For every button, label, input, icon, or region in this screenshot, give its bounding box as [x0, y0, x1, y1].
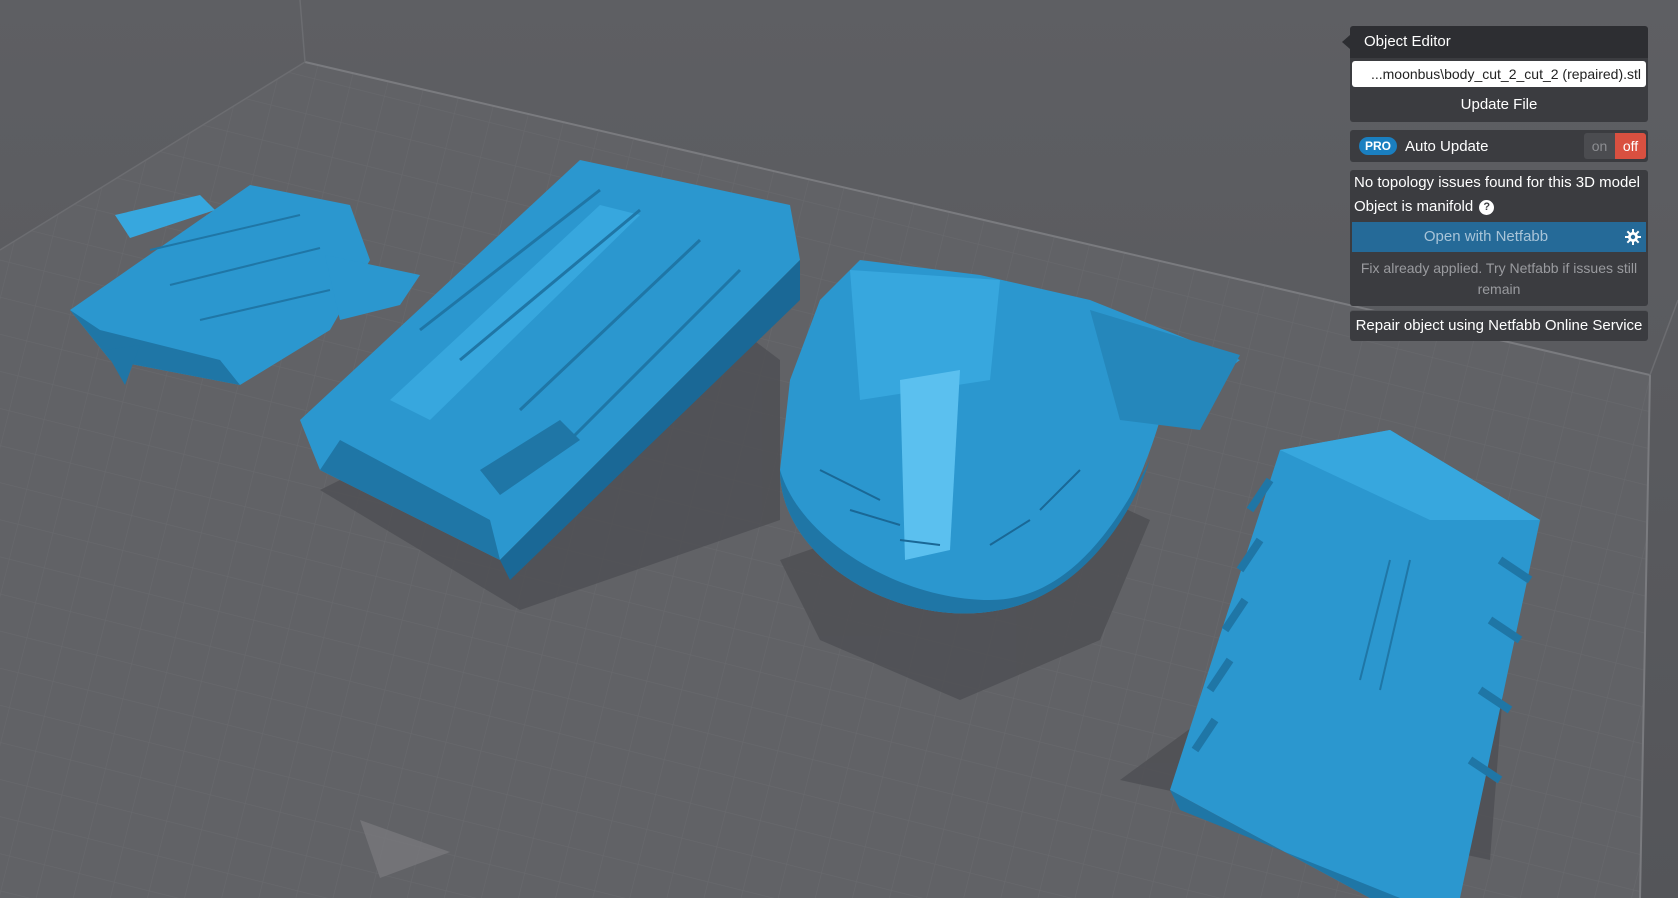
pro-badge: PRO [1359, 137, 1398, 155]
auto-update-label: Auto Update [1405, 137, 1489, 155]
manifold-status: Object is manifold [1354, 198, 1474, 215]
topology-status: No topology issues found for this 3D mod… [1354, 174, 1640, 191]
file-path-input[interactable] [1352, 61, 1646, 87]
toggle-off-option[interactable]: off [1615, 133, 1646, 159]
toggle-on-option[interactable]: on [1584, 133, 1615, 159]
auto-update-row: PRO Auto Update on off [1350, 130, 1648, 162]
auto-update-toggle[interactable]: on off [1584, 133, 1646, 159]
repair-netfabb-online-button[interactable]: Repair object using Netfabb Online Servi… [1350, 310, 1648, 341]
update-file-button[interactable]: Update File [1350, 90, 1648, 122]
topology-section: No topology issues found for this 3D mod… [1350, 170, 1648, 306]
file-path-container [1350, 58, 1648, 90]
object-editor-panel: Object Editor Update File PRO Auto Updat… [1342, 26, 1648, 341]
netfabb-row: Open with Netfabb [1350, 222, 1648, 252]
netfabb-hint: Fix already applied. Try Netfabb if issu… [1360, 260, 1638, 297]
gear-icon [1625, 229, 1641, 245]
netfabb-settings-button[interactable] [1620, 222, 1646, 252]
open-with-netfabb-button[interactable]: Open with Netfabb [1352, 222, 1620, 252]
question-circle-icon[interactable]: ? [1479, 200, 1495, 215]
object-editor-title: Object Editor [1342, 26, 1648, 58]
manifold-status-row: Object is manifold? [1350, 194, 1648, 218]
